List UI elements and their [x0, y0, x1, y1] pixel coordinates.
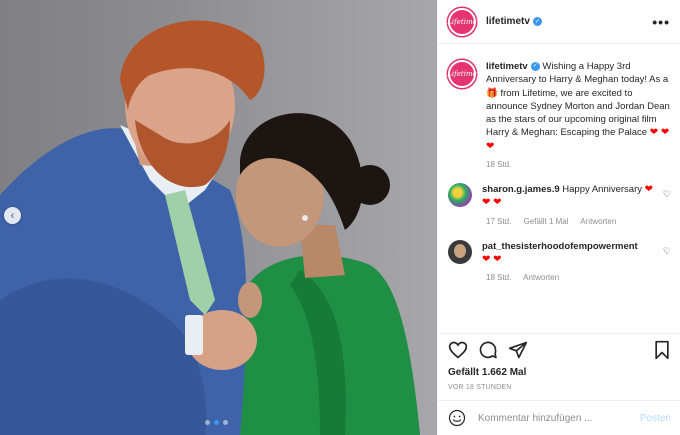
comment-username[interactable]: pat_thesisterhoodofempowerment: [482, 241, 638, 252]
avatar-logo-text: Lifetime: [447, 17, 477, 26]
like-count[interactable]: Gefällt 1.662 Mal: [448, 367, 671, 378]
action-icons: [448, 338, 671, 362]
comment-username[interactable]: sharon.g.james.9: [482, 184, 560, 195]
chevron-left-icon: ‹: [10, 209, 15, 222]
reply-button[interactable]: Antworten: [580, 217, 616, 226]
add-comment-bar: Posten: [438, 400, 680, 435]
comment-input[interactable]: [478, 412, 628, 424]
post-comment-button[interactable]: Posten: [640, 413, 671, 424]
couple-photo-illustration: [0, 20, 420, 435]
comments-list[interactable]: Lifetime lifetimetv ✓ Wishing a Happy 3rd…: [438, 50, 680, 330]
carousel-indicator: [205, 420, 228, 425]
verified-badge-icon: ✓: [532, 17, 542, 26]
emoji-smiley-icon[interactable]: [448, 409, 466, 427]
carousel-dot: [223, 420, 228, 425]
like-heart-icon[interactable]: [448, 340, 468, 360]
comment-item: sharon.g.james.9 Happy Anniversary ❤ ❤ ❤…: [448, 183, 671, 210]
carousel-dot-active: [214, 420, 219, 425]
more-options-icon[interactable]: •••: [652, 14, 670, 30]
caption-avatar[interactable]: Lifetime: [447, 60, 477, 88]
gift-icon: 🎁: [486, 87, 498, 99]
reply-button[interactable]: Antworten: [523, 273, 559, 282]
caption-time[interactable]: 18 Std.: [486, 160, 511, 169]
comment-item: pat_thesisterhoodofempowerment ❤ ❤ ♡: [448, 239, 671, 267]
comment-like-heart-icon[interactable]: ♡: [659, 240, 671, 257]
comment-body: Happy Anniversary: [562, 184, 642, 196]
caption-body-rest: from Lifetime, we are excited to announc…: [486, 87, 670, 139]
post-photo[interactable]: ‹: [0, 0, 437, 435]
post-timestamp: VOR 18 STUNDEN: [448, 384, 512, 391]
caption-meta: 18 Std.: [486, 160, 671, 169]
comment-meta: 17 Std. Gefällt 1 Mal Antworten: [486, 217, 671, 226]
comment-time[interactable]: 18 Std.: [486, 273, 511, 282]
caption: Lifetime lifetimetv ✓ Wishing a Happy 3rd…: [447, 60, 671, 153]
comment-text: sharon.g.james.9 Happy Anniversary ❤ ❤ ❤: [482, 183, 659, 210]
previous-image-button[interactable]: ‹: [4, 207, 21, 224]
header-username[interactable]: lifetimetv: [486, 16, 530, 27]
comment-like-heart-icon[interactable]: ♡: [659, 183, 671, 200]
carousel-dot: [205, 420, 210, 425]
comment-likes[interactable]: Gefällt 1 Mal: [524, 217, 569, 226]
comment-time[interactable]: 17 Std.: [486, 217, 511, 226]
comment-bubble-icon[interactable]: [478, 340, 498, 360]
post-side-panel: Lifetime lifetimetv ✓ ••• Lifetime lifet…: [437, 0, 680, 435]
caption-username[interactable]: lifetimetv: [486, 61, 528, 72]
avatar-logo-text: Lifetime: [447, 70, 477, 78]
share-send-icon[interactable]: [508, 340, 528, 360]
caption-text: lifetimetv ✓ Wishing a Happy 3rd Annivers…: [486, 60, 671, 153]
post-actions: Gefällt 1.662 Mal VOR 18 STUNDEN: [438, 333, 680, 391]
avatar[interactable]: Lifetime: [447, 7, 477, 36]
post-header: Lifetime lifetimetv ✓ •••: [438, 0, 680, 44]
commenter-avatar[interactable]: [448, 239, 472, 264]
bookmark-icon[interactable]: [653, 340, 671, 360]
commenter-avatar[interactable]: [448, 183, 472, 208]
comment-meta: 18 Std. Antworten: [486, 273, 671, 282]
heart-emoji: ❤ ❤: [482, 253, 502, 265]
comment-text: pat_thesisterhoodofempowerment ❤ ❤: [482, 240, 638, 267]
verified-badge-icon: ✓: [530, 61, 540, 71]
